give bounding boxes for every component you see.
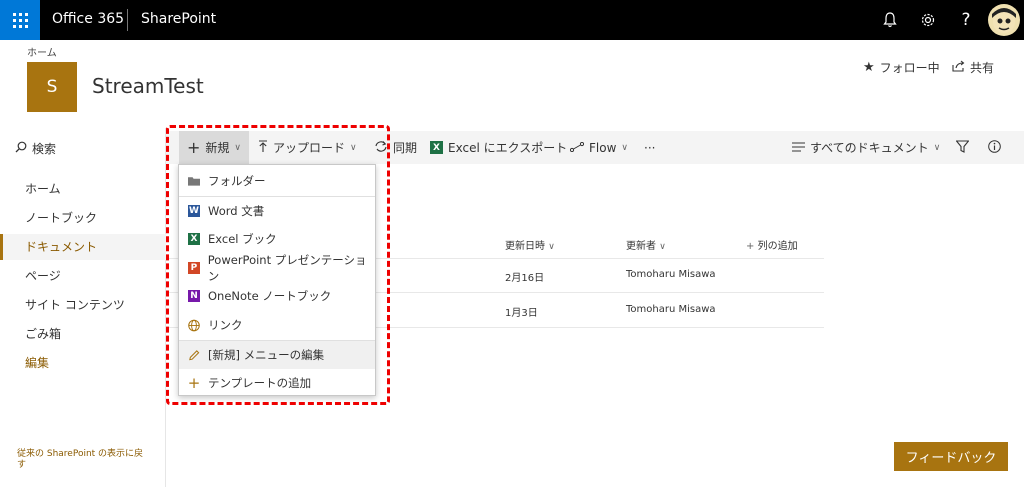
nav-search-box[interactable]: 検索: [15, 140, 56, 157]
office-365-link[interactable]: Office 365: [52, 11, 124, 27]
menu-item-label: OneNote ノートブック: [208, 289, 332, 303]
sharepoint-link[interactable]: SharePoint: [141, 11, 216, 27]
new-dropdown-menu: フォルダー W Word 文書 X Excel ブック P PowerPoint…: [178, 164, 376, 396]
chevron-down-icon: ∨: [621, 142, 628, 153]
menu-item-label: PowerPoint プレゼンテーション: [207, 253, 367, 283]
waffle-icon: [12, 12, 28, 28]
suite-bar: Office 365 SharePoint ?: [0, 0, 1024, 40]
left-navigation: 検索 ホーム ノートブック ドキュメント ページ サイト コンテンツ ごみ箱 編…: [0, 128, 166, 487]
breadcrumb[interactable]: ホーム: [27, 44, 57, 59]
excel-icon: X: [430, 141, 443, 154]
cell-modified: 2月16日: [505, 273, 545, 284]
site-logo[interactable]: S: [27, 62, 77, 112]
menu-item-edit-new-menu[interactable]: [新規] メニューの編集: [179, 341, 375, 369]
chevron-down-icon: ∨: [548, 242, 555, 252]
menu-item-label: テンプレートの追加: [208, 376, 312, 390]
star-icon: ★: [863, 60, 875, 75]
onenote-icon: N: [188, 290, 200, 302]
nav-item-home[interactable]: ホーム: [0, 176, 166, 202]
excel-icon: X: [188, 233, 200, 245]
share-label: 共有: [970, 61, 995, 75]
nav-item-documents[interactable]: ドキュメント: [0, 234, 166, 260]
menu-item-onenote[interactable]: N OneNote ノートブック: [179, 282, 375, 310]
classic-view-link[interactable]: 従来の SharePoint の表示に戻す: [17, 449, 152, 471]
nav-item-pages[interactable]: ページ: [0, 263, 166, 289]
search-icon: [15, 141, 27, 156]
plus-icon: +: [187, 138, 201, 157]
add-column-button[interactable]: + 列の追加: [746, 237, 798, 252]
add-column-label: 列の追加: [757, 241, 798, 252]
folder-icon: [188, 175, 200, 187]
chevron-down-icon: ∨: [350, 142, 357, 153]
menu-item-excel[interactable]: X Excel ブック: [179, 225, 375, 253]
chevron-down-icon: ∨: [234, 142, 242, 153]
upload-icon: [258, 139, 268, 156]
menu-item-label: Word 文書: [208, 204, 265, 218]
nav-item-recycle-bin[interactable]: ごみ箱: [0, 321, 166, 347]
plus-icon: +: [187, 374, 201, 392]
menu-item-folder[interactable]: フォルダー: [179, 167, 375, 195]
command-bar: + 新規 ∨ アップロード ∨ 同期 X Excel にエクスポート Flow …: [166, 131, 1024, 164]
list-view-icon: [792, 141, 805, 155]
new-label: 新規: [205, 141, 230, 155]
view-switcher[interactable]: すべてのドキュメント ∨: [792, 131, 940, 164]
follow-label: フォロー中: [879, 61, 940, 75]
menu-item-label: フォルダー: [208, 174, 266, 188]
menu-item-add-template[interactable]: + テンプレートの追加: [179, 369, 375, 397]
help-icon[interactable]: ?: [955, 9, 977, 31]
chevron-down-icon: ∨: [659, 242, 666, 252]
nav-search-label: 検索: [32, 142, 57, 156]
chevron-down-icon: ∨: [933, 142, 941, 153]
nav-edit-link[interactable]: 編集: [0, 350, 166, 376]
more-button[interactable]: ···: [644, 131, 655, 164]
menu-item-label: リンク: [208, 318, 243, 332]
menu-item-label: Excel ブック: [208, 232, 277, 246]
menu-item-label: [新規] メニューの編集: [208, 348, 325, 362]
export-excel-button[interactable]: X Excel にエクスポート: [430, 131, 567, 164]
cell-modified-by[interactable]: Tomoharu Misawa: [626, 269, 716, 280]
filter-icon: [955, 139, 970, 156]
menu-item-link[interactable]: リンク: [179, 311, 375, 339]
sync-icon: [374, 140, 388, 156]
avatar[interactable]: [988, 4, 1020, 36]
flow-icon: [569, 141, 585, 155]
bell-icon[interactable]: [879, 9, 901, 31]
column-header-modified[interactable]: 更新日時 ∨: [505, 237, 555, 252]
column-header-label: 更新者: [626, 241, 656, 252]
word-icon: W: [188, 205, 200, 217]
menu-item-powerpoint[interactable]: P PowerPoint プレゼンテーション: [179, 253, 375, 283]
sync-label: 同期: [393, 141, 418, 155]
view-label: すべてのドキュメント: [810, 141, 929, 155]
share-button[interactable]: 共有: [952, 59, 994, 76]
globe-icon: [188, 319, 200, 331]
cell-modified-by[interactable]: Tomoharu Misawa: [626, 304, 716, 315]
nav-item-notebook[interactable]: ノートブック: [0, 205, 166, 231]
feedback-button[interactable]: フィードバック: [894, 442, 1008, 471]
info-icon: [988, 139, 1001, 156]
sync-button[interactable]: 同期: [374, 131, 417, 164]
info-button[interactable]: [988, 131, 1001, 164]
export-label: Excel にエクスポート: [448, 141, 568, 155]
pencil-icon: [188, 349, 200, 361]
gear-icon[interactable]: [917, 9, 939, 31]
app-launcher-button[interactable]: [0, 0, 40, 40]
cell-modified: 1月3日: [505, 308, 538, 319]
nav-item-site-contents[interactable]: サイト コンテンツ: [0, 292, 166, 318]
column-header-modified-by[interactable]: 更新者 ∨: [626, 237, 666, 252]
plus-icon: +: [746, 241, 755, 252]
share-icon: [952, 60, 965, 75]
new-button[interactable]: + 新規 ∨: [179, 131, 250, 164]
filter-button[interactable]: [955, 131, 970, 164]
flow-label: Flow: [589, 140, 617, 155]
flow-button[interactable]: Flow ∨: [569, 131, 628, 164]
upload-button[interactable]: アップロード ∨: [258, 131, 357, 164]
site-title[interactable]: StreamTest: [92, 74, 204, 98]
divider: [127, 9, 128, 31]
follow-button[interactable]: ★ フォロー中: [863, 59, 940, 76]
menu-item-word[interactable]: W Word 文書: [179, 197, 375, 225]
powerpoint-icon: P: [188, 262, 200, 274]
upload-label: アップロード: [273, 141, 346, 155]
column-header-label: 更新日時: [505, 241, 545, 252]
